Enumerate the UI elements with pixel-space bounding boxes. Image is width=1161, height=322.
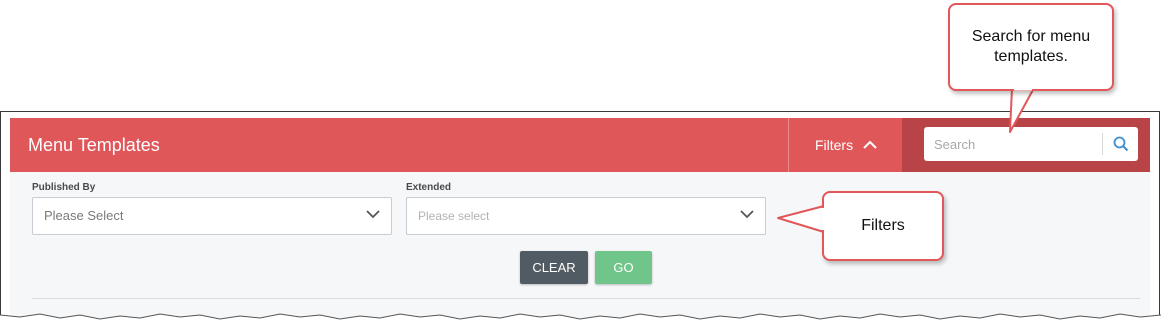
- callout-pointer-joins: [821, 87, 1032, 230]
- torn-edge: [0, 313, 1161, 322]
